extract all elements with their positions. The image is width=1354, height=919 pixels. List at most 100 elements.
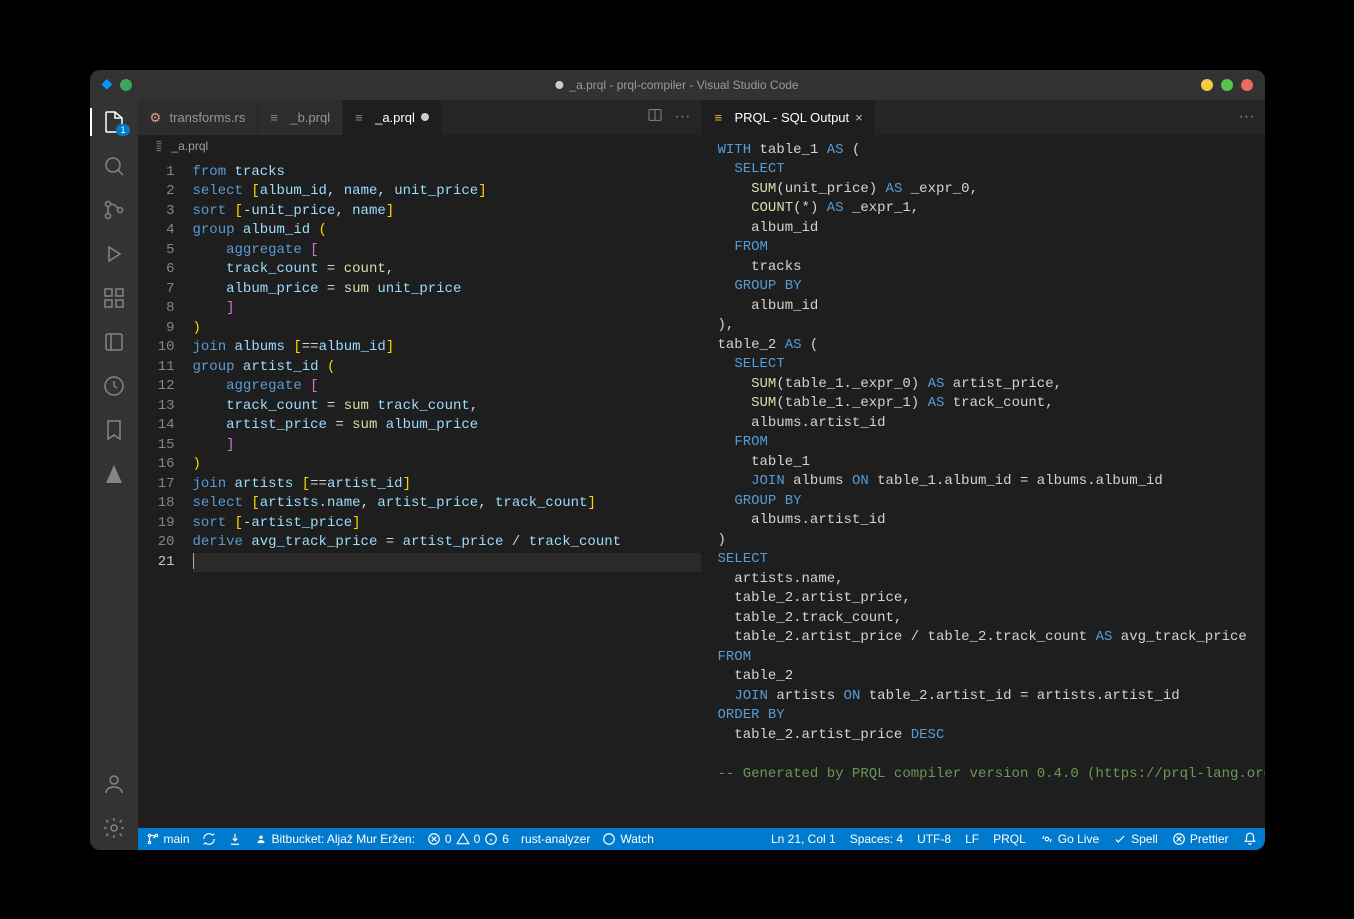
status-branch[interactable]: main [146, 832, 190, 846]
code-line[interactable] [193, 553, 701, 573]
code-line[interactable]: group artist_id ( [193, 358, 701, 378]
close-icon[interactable] [1241, 79, 1253, 91]
file-type-icon: ≡ [270, 110, 284, 124]
code-line: artists.name, [718, 570, 1265, 590]
bookmark-icon[interactable] [102, 418, 126, 442]
status-problems[interactable]: 0 0 6 [427, 832, 509, 846]
code-line: table_2.artist_price, [718, 589, 1265, 609]
editor-group-right: ≡PRQL - SQL Output× ··· WITH table_1 AS … [702, 100, 1265, 828]
status-spell[interactable]: Spell [1113, 832, 1158, 846]
status-prettier[interactable]: Prettier [1172, 832, 1229, 846]
tab-bar-right: ≡PRQL - SQL Output× ··· [702, 100, 1265, 135]
more-icon[interactable]: ··· [1239, 108, 1255, 126]
gear-icon[interactable] [102, 816, 126, 840]
code-line: table_2 AS ( [718, 336, 1265, 356]
status-golive[interactable]: Go Live [1040, 832, 1099, 846]
tab-label: _b.prql [290, 110, 330, 125]
timeline-icon[interactable] [102, 374, 126, 398]
code-line[interactable]: from tracks [193, 163, 701, 183]
close-tab-icon[interactable]: × [855, 110, 863, 125]
code-line[interactable]: ) [193, 319, 701, 339]
code-line[interactable]: ] [193, 436, 701, 456]
status-encoding[interactable]: UTF-8 [917, 832, 951, 846]
azure-icon[interactable] [102, 462, 126, 486]
code-line: table_2.track_count, [718, 609, 1265, 629]
maximize-icon[interactable] [1221, 79, 1233, 91]
status-bell-icon[interactable] [1243, 832, 1257, 846]
code-line: SELECT [718, 355, 1265, 375]
source-control-icon[interactable] [102, 198, 126, 222]
vscode-logo-icon: ◆ [102, 75, 113, 92]
code-line: table_2 [718, 667, 1265, 687]
code-line[interactable]: aggregate [ [193, 377, 701, 397]
code-line[interactable]: track_count = sum track_count, [193, 397, 701, 417]
code-line: WITH table_1 AS ( [718, 141, 1265, 161]
code-line[interactable]: join artists [==artist_id] [193, 475, 701, 495]
status-eol[interactable]: LF [965, 832, 979, 846]
status-sync[interactable] [202, 832, 216, 846]
explorer-badge: 1 [116, 124, 129, 136]
file-icon [152, 139, 166, 153]
code-line[interactable]: select [artists.name, artist_price, trac… [193, 494, 701, 514]
tab-PRQL-SQL-Output[interactable]: ≡PRQL - SQL Output× [703, 100, 876, 135]
status-bitbucket[interactable]: Bitbucket: Aljaž Mur Eržen: [254, 832, 415, 846]
search-icon[interactable] [102, 154, 126, 178]
breadcrumb[interactable]: _a.prql [138, 135, 701, 157]
status-cloud[interactable] [228, 832, 242, 846]
breadcrumb-file: _a.prql [172, 139, 209, 153]
code-line[interactable]: track_count = count, [193, 260, 701, 280]
code-line[interactable]: aggregate [ [193, 241, 701, 261]
code-line: album_id [718, 219, 1265, 239]
code-line: SUM(table_1._expr_0) AS artist_price, [718, 375, 1265, 395]
status-cursor[interactable]: Ln 21, Col 1 [771, 832, 836, 846]
extensions-icon[interactable] [102, 286, 126, 310]
code-line: table_1 [718, 453, 1265, 473]
titlebar: ◆ _a.prql - prql-compiler - Visual Studi… [90, 70, 1265, 100]
run-debug-icon[interactable] [102, 242, 126, 266]
code-content-prql[interactable]: from tracksselect [album_id, name, unit_… [193, 157, 701, 828]
code-line: SUM(table_1._expr_1) AS track_count, [718, 394, 1265, 414]
code-line[interactable]: ] [193, 299, 701, 319]
editor-right[interactable]: WITH table_1 AS ( SELECT SUM(unit_price)… [702, 135, 1265, 828]
code-line: ) [718, 531, 1265, 551]
editor-group-left: ⚙transforms.rs ≡ _b.prql ≡_a.prql ··· _a.pr… [138, 100, 702, 828]
minimize-icon[interactable] [1201, 79, 1213, 91]
code-line[interactable]: ) [193, 455, 701, 475]
tab-label: transforms.rs [170, 110, 246, 125]
split-editor-icon[interactable] [647, 107, 663, 128]
tab-transforms-rs[interactable]: ⚙transforms.rs [138, 100, 259, 135]
editor-left[interactable]: 123456789101112131415161718192021 from t… [138, 157, 701, 828]
status-dot-icon [120, 79, 132, 91]
code-line[interactable]: sort [-artist_price] [193, 514, 701, 534]
code-line: table_2.artist_price DESC [718, 726, 1265, 746]
code-line: tracks [718, 258, 1265, 278]
code-line: SELECT [718, 550, 1265, 570]
code-line[interactable]: select [album_id, name, unit_price] [193, 182, 701, 202]
tab-label: PRQL - SQL Output [735, 110, 850, 125]
tab-_a-prql[interactable]: ≡_a.prql [343, 100, 442, 135]
code-line: table_2.artist_price / table_2.track_cou… [718, 628, 1265, 648]
activity-bar: 1 [90, 100, 138, 850]
code-line[interactable]: artist_price = sum album_price [193, 416, 701, 436]
status-watch[interactable]: Watch [602, 832, 654, 846]
code-line[interactable]: derive avg_track_price = artist_price / … [193, 533, 701, 553]
tab-_b-prql[interactable]: ≡ _b.prql [258, 100, 343, 135]
vscode-window: ◆ _a.prql - prql-compiler - Visual Studi… [90, 70, 1265, 850]
status-spaces[interactable]: Spaces: 4 [850, 832, 903, 846]
code-line: album_id [718, 297, 1265, 317]
code-content-sql: WITH table_1 AS ( SELECT SUM(unit_price)… [718, 135, 1265, 828]
code-line[interactable]: group album_id ( [193, 221, 701, 241]
modified-dot-icon [421, 113, 429, 121]
status-language[interactable]: PRQL [993, 832, 1026, 846]
explorer-icon[interactable]: 1 [102, 110, 126, 134]
code-line[interactable]: join albums [==album_id] [193, 338, 701, 358]
code-line: GROUP BY [718, 277, 1265, 297]
account-icon[interactable] [102, 772, 126, 796]
window-title: _a.prql - prql-compiler - Visual Studio … [555, 78, 798, 92]
code-line[interactable]: album_price = sum unit_price [193, 280, 701, 300]
sidebar-item-icon[interactable] [102, 330, 126, 354]
code-line: SUM(unit_price) AS _expr_0, [718, 180, 1265, 200]
code-line[interactable]: sort [-unit_price, name] [193, 202, 701, 222]
more-icon[interactable]: ··· [675, 108, 691, 126]
status-lang-server[interactable]: rust-analyzer [521, 832, 590, 846]
